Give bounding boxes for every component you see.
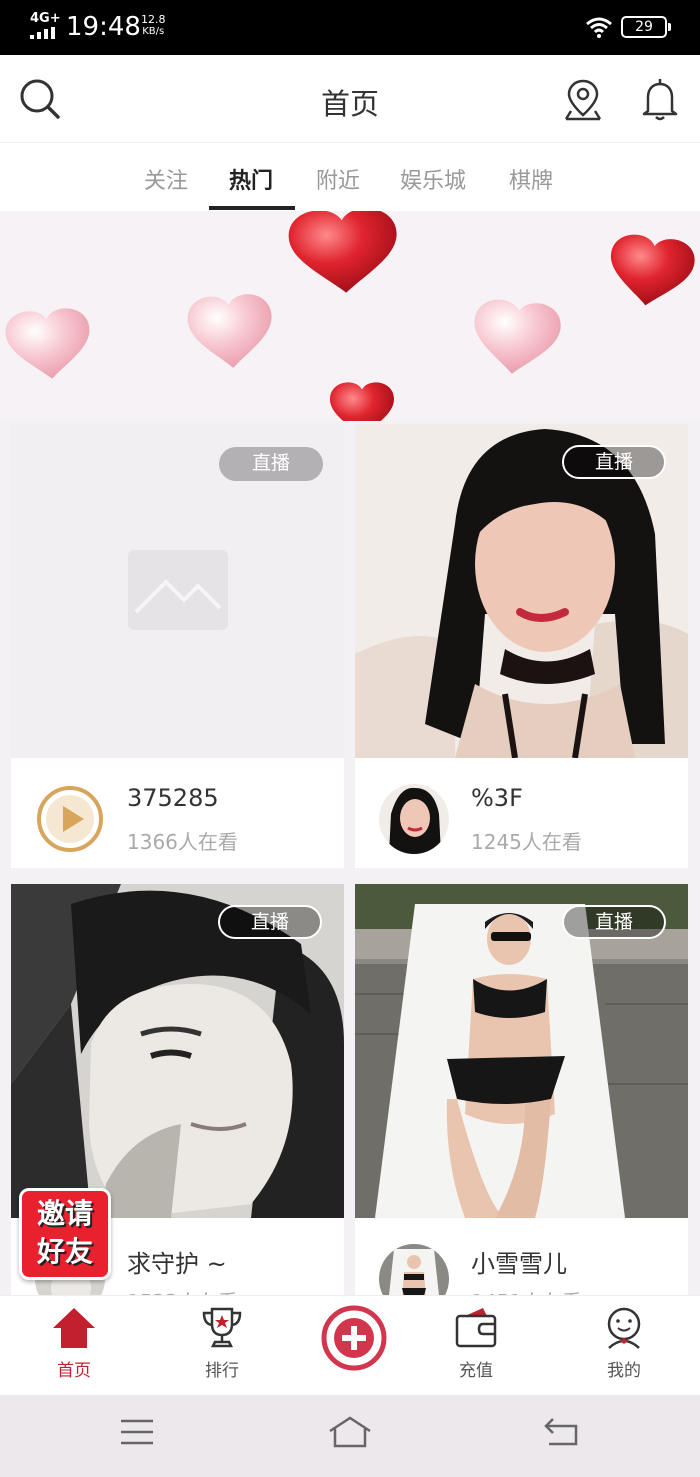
stream-thumbnail: 直播 xyxy=(355,424,688,758)
tab-follow[interactable]: 关注 xyxy=(144,163,188,195)
network-speed: 12.8 KB/s xyxy=(141,13,166,38)
streamer-name: 小雪雪儿 xyxy=(471,1250,567,1278)
tab-card-games[interactable]: 棋牌 xyxy=(509,163,553,195)
hearts-banner[interactable] xyxy=(0,211,700,421)
location-icon[interactable] xyxy=(562,77,604,121)
trophy-icon xyxy=(202,1307,242,1348)
category-tabs: 关注 热门 附近 娱乐城 棋牌 xyxy=(0,143,700,211)
invite-sticker-line1: 邀请 xyxy=(36,1197,93,1230)
stream-thumbnail-placeholder: 直播 xyxy=(11,424,344,758)
hearts-decoration xyxy=(3,211,698,421)
streamer-name: 375285 xyxy=(127,784,219,812)
wallet-icon xyxy=(455,1308,497,1348)
streamer-name: %3F xyxy=(471,784,523,812)
nav-label: 我的 xyxy=(607,1361,641,1381)
card-info: 小雪雪儿 1451人在看 xyxy=(355,1218,688,1295)
tab-entertainment[interactable]: 娱乐城 xyxy=(400,163,466,195)
viewer-count: 1523人在看 xyxy=(127,1286,238,1295)
system-navigation-bar xyxy=(0,1395,700,1477)
viewer-count: 1245人在看 xyxy=(471,830,582,854)
signal-icon xyxy=(30,27,60,39)
bell-icon[interactable] xyxy=(640,77,680,121)
home-button-icon[interactable] xyxy=(327,1415,373,1449)
nav-label: 充值 xyxy=(459,1361,493,1381)
battery-icon: 29 xyxy=(621,16,671,38)
live-badge: 直播 xyxy=(219,447,323,481)
active-tab-indicator xyxy=(209,206,295,210)
profile-icon xyxy=(607,1307,641,1349)
live-card[interactable]: 直播 求守护 ~ 1523人在看 邀请 好友 xyxy=(11,884,344,1295)
nav-home[interactable]: 首页 xyxy=(34,1306,114,1381)
tab-hot[interactable]: 热门 xyxy=(229,163,273,195)
live-card[interactable]: 直播 %3F 1245人在看 xyxy=(355,424,688,868)
nav-ranking[interactable]: 排行 xyxy=(182,1306,262,1381)
stream-thumbnail: 直播 xyxy=(355,884,688,1218)
nav-profile[interactable]: 我的 xyxy=(584,1306,664,1381)
streamer-avatar xyxy=(379,1244,449,1295)
invite-sticker-line2: 好友 xyxy=(36,1235,93,1268)
clock: 19:48 xyxy=(66,12,141,42)
streamer-name: 求守护 ~ xyxy=(127,1250,227,1278)
live-badge: 直播 xyxy=(562,445,666,479)
streamer-avatar xyxy=(379,784,449,854)
nav-start-live[interactable] xyxy=(312,1302,392,1378)
viewer-count: 1366人在看 xyxy=(127,830,238,854)
add-live-icon xyxy=(321,1305,387,1371)
bottom-navigation: 首页 排行 充值 我的 xyxy=(0,1295,700,1395)
nav-label: 首页 xyxy=(57,1361,91,1381)
card-info: 375285 1366人在看 xyxy=(11,758,344,868)
viewer-count: 1451人在看 xyxy=(471,1286,582,1295)
home-icon xyxy=(53,1308,95,1348)
card-info: %3F 1245人在看 xyxy=(355,758,688,868)
wifi-icon xyxy=(586,17,612,38)
status-bar: 4G+ 19:48 12.8 KB/s 29 xyxy=(0,0,700,55)
network-type: 4G+ xyxy=(30,11,61,26)
live-badge: 直播 xyxy=(562,905,666,939)
live-card[interactable]: 直播 小雪雪儿 1451人在看 xyxy=(355,884,688,1295)
menu-icon[interactable] xyxy=(119,1417,155,1447)
invite-friends-sticker[interactable]: 邀请 好友 xyxy=(19,1188,111,1280)
live-badge: 直播 xyxy=(218,905,322,939)
top-header: 首页 xyxy=(0,55,700,143)
live-card[interactable]: 直播 375285 1366人在看 xyxy=(11,424,344,868)
play-icon xyxy=(37,786,103,852)
tab-nearby[interactable]: 附近 xyxy=(316,163,360,195)
nav-label: 排行 xyxy=(205,1361,239,1381)
stream-thumbnail: 直播 xyxy=(11,884,344,1218)
back-icon[interactable] xyxy=(543,1417,579,1447)
nav-recharge[interactable]: 充值 xyxy=(436,1306,516,1381)
image-placeholder-icon xyxy=(128,550,228,630)
